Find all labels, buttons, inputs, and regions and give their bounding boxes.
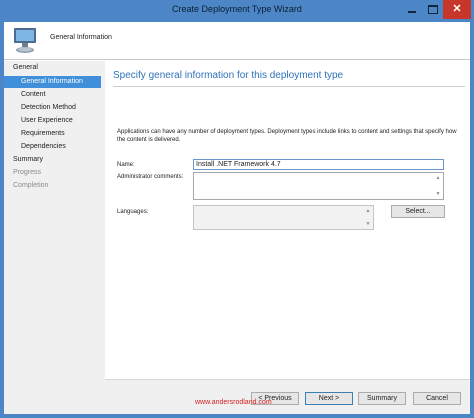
page-description: Applications can have any number of depl… (117, 129, 457, 143)
minimize-button[interactable] (401, 0, 422, 19)
languages-label: Languages: (117, 209, 149, 215)
sidebar-item-content[interactable]: Content (21, 91, 46, 98)
sidebar-item-general[interactable]: General (13, 64, 38, 71)
wizard-window: Create Deployment Type Wizard ✕ General … (0, 0, 474, 418)
title-bar[interactable]: Create Deployment Type Wizard ✕ (0, 0, 474, 22)
wizard-page-content: Specify general information for this dep… (105, 61, 470, 379)
scroll-up-arrow-icon[interactable]: ▲ (434, 174, 442, 182)
header-title: General Information (50, 34, 112, 41)
heading-divider (113, 86, 465, 87)
scroll-down-arrow-icon: ▼ (365, 221, 371, 227)
sidebar-item-progress: Progress (13, 169, 42, 176)
administrator-comments-field[interactable]: ▲ ▼ (193, 172, 444, 200)
sidebar-item-summary[interactable]: Summary (13, 156, 43, 163)
languages-field: ▲ ▼ (193, 205, 374, 230)
administrator-comments-label: Administrator comments: (117, 174, 184, 180)
name-label: Name: (117, 162, 135, 168)
select-languages-button[interactable]: Select... (391, 205, 445, 218)
wizard-sidebar: General General Information Content Dete… (4, 61, 105, 414)
wizard-footer: < Previous Next > Summary Cancel (105, 379, 470, 414)
summary-button[interactable]: Summary (358, 392, 406, 405)
sidebar-item-dependencies[interactable]: Dependencies (21, 143, 66, 150)
page-heading: Specify general information for this dep… (113, 70, 344, 81)
close-icon: ✕ (452, 3, 462, 15)
sidebar-item-detection-method[interactable]: Detection Method (21, 104, 76, 111)
sidebar-item-general-information[interactable]: General Information (4, 76, 101, 88)
close-button[interactable]: ✕ (443, 0, 471, 19)
name-field[interactable]: Install .NET Framework 4.7 (193, 159, 444, 170)
wizard-client-area: General Information General General Info… (4, 22, 470, 414)
wizard-header: General Information (4, 22, 470, 60)
scroll-up-arrow-icon: ▲ (365, 208, 371, 214)
sidebar-item-requirements[interactable]: Requirements (21, 130, 65, 137)
scroll-down-arrow-icon[interactable]: ▼ (434, 190, 442, 198)
maximize-button[interactable] (422, 0, 443, 19)
cancel-button[interactable]: Cancel (413, 392, 461, 405)
computer-icon (14, 28, 36, 53)
sidebar-item-user-experience[interactable]: User Experience (21, 117, 73, 124)
watermark: www.andersrodland.com (195, 399, 272, 406)
next-button[interactable]: Next > (305, 392, 353, 405)
sidebar-item-completion: Completion (13, 182, 49, 189)
